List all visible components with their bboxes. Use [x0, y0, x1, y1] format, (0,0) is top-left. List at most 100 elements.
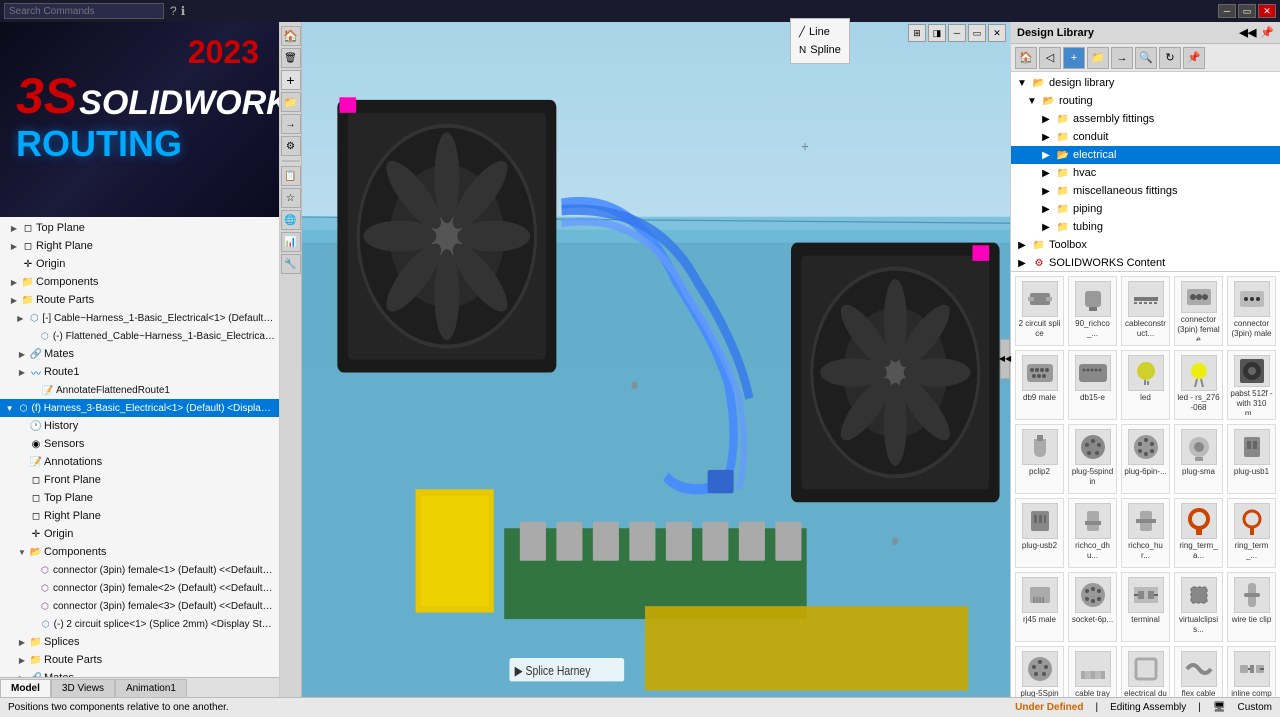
view-tools-btn[interactable]: 🔧	[281, 254, 301, 274]
lib-item-toolbox[interactable]: ▶ 📁 Toolbox	[1011, 236, 1280, 254]
tree-toggle[interactable]: ▶	[16, 654, 28, 666]
part-plug5spindin[interactable]: plug-5spindin	[1068, 424, 1117, 494]
part-pabst512f[interactable]: pabst 512f - with 310 m...	[1227, 350, 1276, 420]
tree-item-front-plane[interactable]: ◻ Front Plane	[0, 471, 279, 489]
tab-model[interactable]: Model	[0, 679, 51, 697]
tree-toggle[interactable]: ▶	[16, 348, 28, 360]
part-richco-hur[interactable]: richco_hur...	[1121, 498, 1170, 568]
part-plug5spind[interactable]: plug-5Spind...	[1015, 646, 1064, 697]
lib-folder-btn[interactable]: 📁	[1087, 47, 1109, 69]
tree-item-origin2[interactable]: ✛ Origin	[0, 525, 279, 543]
panel-collapse-btn[interactable]: ◀◀	[1000, 339, 1010, 379]
part-90richco[interactable]: 90_richco_...	[1068, 276, 1117, 346]
part-plug6pin[interactable]: plug-6pin-...	[1121, 424, 1170, 494]
tree-item-harness3[interactable]: ▼ ⬡ (f) Harness_3-Basic_Electrical<1> (D…	[0, 399, 279, 417]
tree-item-annotations[interactable]: 📝 Annotations	[0, 453, 279, 471]
part-ring-term-b[interactable]: ring_term_...	[1227, 498, 1276, 568]
tree-item-connector-female3[interactable]: ⬡ connector (3pin) female<3> (Default) <…	[0, 597, 279, 615]
tree-item-circuit-splice[interactable]: ⬡ (-) 2 circuit splice<1> (Splice 2mm) <…	[0, 615, 279, 633]
help-icon[interactable]: ?	[170, 4, 177, 18]
lib-home-btn[interactable]: 🏠	[1015, 47, 1037, 69]
view-add-btn[interactable]: +	[281, 70, 301, 90]
part-plug-usb2[interactable]: plug-usb2	[1015, 498, 1064, 568]
tree-item-top-plane[interactable]: ▶ ◻ Top Plane	[0, 219, 279, 237]
search-commands-input[interactable]	[4, 3, 164, 19]
tree-item-components[interactable]: ▶ 📁 Components	[0, 273, 279, 291]
info-icon[interactable]: ℹ	[181, 4, 186, 18]
part-virtualclipsis[interactable]: virtualclipsis...	[1174, 572, 1223, 642]
part-2circuit-splice[interactable]: 2 circuit splice	[1015, 276, 1064, 346]
part-richco-dhu[interactable]: richco_dhu...	[1068, 498, 1117, 568]
collapse-panel-icon[interactable]: ◀◀	[1239, 26, 1256, 39]
restore-button[interactable]: ▭	[1238, 4, 1256, 18]
view-globe-btn[interactable]: 🌐	[281, 210, 301, 230]
part-electrical-ducting[interactable]: electrical ducting	[1121, 646, 1170, 697]
tree-item-route-parts2[interactable]: ▶ 📁 Route Parts	[0, 651, 279, 669]
part-cableconstruct[interactable]: cableconstruct...	[1121, 276, 1170, 346]
part-cable-tray[interactable]: cable tray	[1068, 646, 1117, 697]
spline-tool[interactable]: N Spline	[799, 41, 841, 59]
part-wire-tie-clip[interactable]: wire tie clip	[1227, 572, 1276, 642]
view-star-btn[interactable]: ☆	[281, 188, 301, 208]
lib-item-sw-content[interactable]: ▶ ⚙ SOLIDWORKS Content	[1011, 254, 1280, 272]
tree-toggle[interactable]: ▶	[16, 366, 28, 378]
pin-icon[interactable]: 📌	[1260, 26, 1274, 39]
viewport-btn-shaded[interactable]: ◨	[928, 24, 946, 42]
tree-item-sensors[interactable]: ◉ Sensors	[0, 435, 279, 453]
tree-item-mates2[interactable]: ▶ 🔗 Mates	[0, 669, 279, 677]
lib-item-hvac[interactable]: ▶ 📁 hvac	[1011, 164, 1280, 182]
lib-search-btn[interactable]: 🔍	[1135, 47, 1157, 69]
tree-item-top-plane2[interactable]: ◻ Top Plane	[0, 489, 279, 507]
tree-item-connector-female1[interactable]: ⬡ connector (3pin) female<1> (Default) <…	[0, 561, 279, 579]
part-plug-usb1[interactable]: plug-usb1	[1227, 424, 1276, 494]
part-inline-components[interactable]: inline components	[1227, 646, 1276, 697]
part-socket-6p[interactable]: socket-6p...	[1068, 572, 1117, 642]
view-settings-btn[interactable]: ⚙	[281, 136, 301, 156]
part-led[interactable]: led	[1121, 350, 1170, 420]
close-button[interactable]: ✕	[1258, 4, 1276, 18]
view-chart-btn[interactable]: 📊	[281, 232, 301, 252]
tree-item-cable-harness[interactable]: ▶ ⬡ [-] Cable~Harness_1-Basic_Electrical…	[0, 309, 279, 327]
lib-item-tubing[interactable]: ▶ 📁 tubing	[1011, 218, 1280, 236]
part-connector-3pin-female[interactable]: connector (3pin) female	[1174, 276, 1223, 346]
tree-item-components2[interactable]: ▼ 📂 Components	[0, 543, 279, 561]
tree-item-flattened-cable[interactable]: ⬡ (-) Flattened_Cable~Harness_1-Basic_El…	[0, 327, 279, 345]
lib-item-piping[interactable]: ▶ 📁 piping	[1011, 200, 1280, 218]
viewport[interactable]: ⊞ ◨ ─ ▭ ✕	[280, 22, 1010, 697]
lib-item-routing[interactable]: ▼ 📂 routing	[1011, 92, 1280, 110]
parts-grid[interactable]: 2 circuit splice 90_richco_... cablecons…	[1011, 272, 1280, 697]
tree-item-history[interactable]: 🕐 History	[0, 417, 279, 435]
tree-toggle[interactable]: ▶	[8, 294, 20, 306]
viewport-btn-close[interactable]: ✕	[988, 24, 1006, 42]
viewport-btn-minimize[interactable]: ─	[948, 24, 966, 42]
tree-item-route1[interactable]: ▶ 〰 Route1	[0, 363, 279, 381]
viewport-btn-restore[interactable]: ▭	[968, 24, 986, 42]
view-home-btn[interactable]: 🏠	[281, 26, 301, 46]
lib-item-conduit[interactable]: ▶ 📁 conduit	[1011, 128, 1280, 146]
lib-add-btn[interactable]: +	[1063, 47, 1085, 69]
tree-toggle[interactable]: ▶	[16, 636, 28, 648]
part-pclip2[interactable]: pclip2	[1015, 424, 1064, 494]
part-db15e[interactable]: db15-e	[1068, 350, 1117, 420]
tree-item-splices[interactable]: ▶ 📁 Splices	[0, 633, 279, 651]
tree-item-right-plane2[interactable]: ◻ Right Plane	[0, 507, 279, 525]
tree-item-route-parts[interactable]: ▶ 📁 Route Parts	[0, 291, 279, 309]
tree-item-origin[interactable]: ✛ Origin	[0, 255, 279, 273]
part-db9-male[interactable]: db9 male	[1015, 350, 1064, 420]
lib-item-design-library[interactable]: ▼ 📂 design library	[1011, 74, 1280, 92]
tree-item-right-plane[interactable]: ▶ ◻ Right Plane	[0, 237, 279, 255]
tree-toggle[interactable]: ▶	[8, 276, 20, 288]
lib-item-electrical[interactable]: ▶ 📂 electrical	[1011, 146, 1280, 164]
feature-tree[interactable]: ▶ ◻ Top Plane ▶ ◻ Right Plane ✛	[0, 217, 279, 677]
part-connector-3pin-male[interactable]: connector (3pin) male	[1227, 276, 1276, 346]
part-terminal[interactable]: terminal	[1121, 572, 1170, 642]
tree-item-mates[interactable]: ▶ 🔗 Mates	[0, 345, 279, 363]
lib-refresh-btn[interactable]: ↻	[1159, 47, 1181, 69]
viewport-btn-grid[interactable]: ⊞	[908, 24, 926, 42]
tree-toggle[interactable]: ▶	[8, 240, 20, 252]
tab-animation1[interactable]: Animation1	[115, 679, 187, 697]
part-plug-sma[interactable]: plug-sma	[1174, 424, 1223, 494]
view-folder-btn[interactable]: 📁	[281, 92, 301, 112]
tree-toggle[interactable]: ▼	[16, 546, 28, 558]
line-tool[interactable]: ╱ Line	[799, 23, 841, 41]
